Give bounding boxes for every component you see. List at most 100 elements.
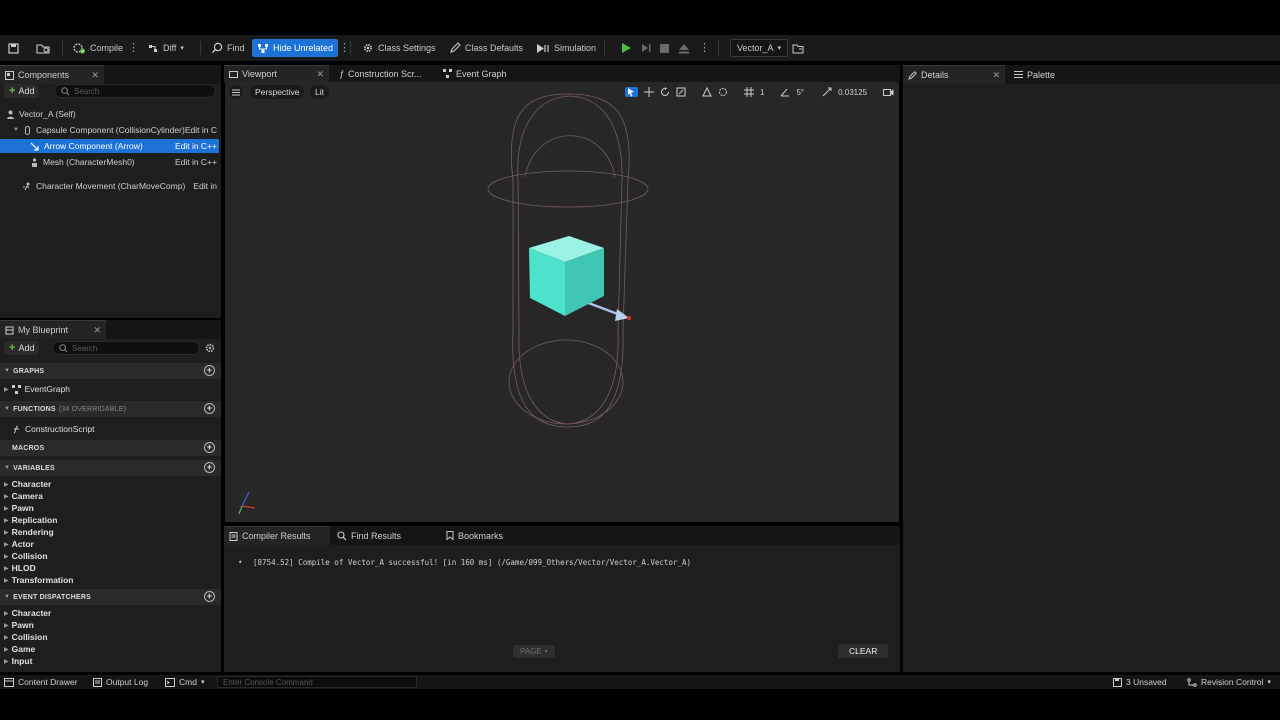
variable-category[interactable]: ▶ Replication: [0, 514, 57, 526]
viewport-canvas[interactable]: Perspective Lit 1 5° 0.03125 1: [225, 82, 899, 522]
add-label: Add: [18, 343, 35, 353]
save-icon[interactable]: [8, 39, 19, 57]
variable-category[interactable]: ▶ Collision: [0, 550, 48, 562]
variable-category[interactable]: ▶ Rendering: [0, 526, 54, 538]
chevron-right-icon: ▶: [4, 553, 9, 560]
unsaved-button[interactable]: 3 Unsaved: [1113, 676, 1167, 688]
details-panel: Details ✕ Palette: [903, 65, 1280, 672]
step-icon[interactable]: [640, 39, 652, 57]
close-icon[interactable]: ✕: [91, 70, 99, 81]
save-icon: [1113, 677, 1122, 687]
variable-category-label: Character: [11, 479, 52, 489]
tab-compiler-results[interactable]: Compiler Results: [224, 526, 330, 545]
tab-components[interactable]: Components ✕: [0, 65, 104, 84]
section-title: VARIABLES: [13, 464, 55, 472]
macros-section-header[interactable]: MACROS +: [0, 440, 221, 456]
dispatcher-category-label: Input: [11, 656, 33, 666]
tab-details[interactable]: Details ✕: [903, 65, 1005, 84]
edit-in-cpp-link[interactable]: Edit in C: [185, 125, 217, 135]
component-row[interactable]: Mesh (CharacterMesh0) Edit in C++: [0, 155, 219, 169]
component-row[interactable]: Vector_A (Self): [0, 107, 219, 121]
graphs-section-header[interactable]: ▼ GRAPHS +: [0, 363, 221, 379]
edit-in-cpp-link[interactable]: Edit in C++: [175, 141, 217, 151]
variable-category-label: Replication: [11, 515, 58, 525]
chevron-right-icon: ▶: [4, 505, 9, 512]
hide-unrelated-button[interactable]: Hide Unrelated: [252, 39, 339, 57]
close-icon[interactable]: ✕: [316, 69, 324, 80]
hide-unrelated-options-button[interactable]: ⋮: [339, 39, 350, 57]
add-macro-icon[interactable]: +: [204, 442, 215, 453]
console-command-input[interactable]: Enter Console Command: [217, 676, 417, 688]
event-dispatchers-section-header[interactable]: ▼ EVENT DISPATCHERS +: [0, 589, 221, 605]
dispatcher-category[interactable]: ▶ Pawn: [0, 619, 34, 631]
components-search-input[interactable]: Search: [54, 84, 216, 98]
content-drawer-label: Content Drawer: [18, 677, 78, 687]
cmd-dropdown[interactable]: Cmd ▾: [165, 676, 204, 688]
dispatcher-category[interactable]: ▶ Collision: [0, 631, 48, 643]
class-defaults-button[interactable]: Class Defaults: [449, 39, 523, 57]
add-function-icon[interactable]: +: [204, 403, 215, 414]
components-icon: [5, 70, 14, 80]
dispatcher-category[interactable]: ▶ Game: [0, 643, 35, 655]
graph-item-eventgraph[interactable]: ▶ EventGraph: [0, 383, 70, 395]
variable-category[interactable]: ▶ Camera: [0, 490, 43, 502]
blueprint-search-input[interactable]: Search: [52, 341, 200, 355]
revision-control-icon: [1187, 677, 1197, 687]
add-graph-icon[interactable]: +: [204, 365, 215, 376]
tab-find-results[interactable]: Find Results: [332, 526, 406, 545]
browse-icon[interactable]: [36, 39, 50, 57]
settings-gear-icon[interactable]: [204, 342, 216, 354]
tab-viewport[interactable]: Viewport ✕: [224, 65, 329, 82]
page-dropdown[interactable]: PAGE ▾: [513, 645, 555, 658]
close-icon[interactable]: ✕: [992, 70, 1000, 81]
tab-my-blueprint[interactable]: My Blueprint ✕: [0, 320, 106, 339]
add-variable-icon[interactable]: +: [204, 462, 215, 473]
variable-category[interactable]: ▶ Character: [0, 478, 51, 490]
variable-category-label: Actor: [11, 539, 34, 549]
stop-icon[interactable]: [659, 39, 670, 57]
compile-options-button[interactable]: ⋮: [128, 39, 139, 57]
compile-icon: [73, 43, 86, 54]
play-icon[interactable]: [620, 39, 632, 57]
variable-category[interactable]: ▶ Actor: [0, 538, 34, 550]
simulation-button[interactable]: Simulation: [536, 39, 596, 57]
class-settings-button[interactable]: Class Settings: [362, 39, 436, 57]
tab-event-graph[interactable]: Event Graph: [438, 65, 512, 82]
component-row-selected[interactable]: Arrow Component (Arrow) Edit in C++: [0, 139, 219, 153]
variable-category[interactable]: ▶ Transformation: [0, 574, 74, 586]
component-row[interactable]: Character Movement (CharMoveComp) Edit i…: [0, 179, 219, 193]
play-options-button[interactable]: ⋮: [699, 39, 710, 57]
add-member-button[interactable]: + Add: [4, 341, 40, 355]
tab-construction-script[interactable]: ƒ Construction Scr...: [334, 65, 427, 82]
close-icon[interactable]: ✕: [93, 325, 101, 336]
browse-debug-object-icon[interactable]: [792, 39, 804, 57]
page-label: PAGE: [520, 647, 542, 656]
variable-category[interactable]: ▶ HLOD: [0, 562, 36, 574]
variable-category[interactable]: ▶ Pawn: [0, 502, 34, 514]
diff-button[interactable]: Diff ▾: [148, 39, 184, 57]
output-log-button[interactable]: Output Log: [93, 676, 148, 688]
dispatcher-category[interactable]: ▶ Character: [0, 607, 51, 619]
add-component-button[interactable]: + Add: [4, 84, 40, 98]
content-drawer-button[interactable]: Content Drawer: [4, 676, 78, 688]
revision-control-button[interactable]: Revision Control ▾: [1187, 676, 1271, 688]
variable-category-label: HLOD: [11, 563, 36, 573]
find-button[interactable]: Find: [211, 39, 245, 57]
skeletal-mesh-icon: [32, 157, 37, 167]
tab-bookmarks[interactable]: Bookmarks: [441, 526, 508, 545]
edit-in-cpp-link[interactable]: Edit in C++: [175, 157, 217, 167]
add-dispatcher-icon[interactable]: +: [204, 591, 215, 602]
debug-object-select[interactable]: Vector_A ▾: [730, 39, 789, 57]
edit-in-cpp-link[interactable]: Edit in: [193, 181, 217, 191]
clear-button[interactable]: CLEAR: [838, 644, 889, 658]
compile-button[interactable]: Compile: [72, 39, 123, 57]
tab-palette[interactable]: Palette: [1009, 65, 1060, 84]
chevron-right-icon: ▶: [4, 493, 9, 500]
compile-label: Compile: [90, 43, 124, 53]
functions-section-header[interactable]: ▼ FUNCTIONS (34 OVERRIDABLE) +: [0, 401, 221, 417]
function-item-construction-script[interactable]: ConstructionScript: [8, 423, 94, 435]
variables-section-header[interactable]: ▼ VARIABLES +: [0, 460, 221, 476]
dispatcher-category[interactable]: ▶ Input: [0, 655, 32, 667]
component-row[interactable]: ▼ Capsule Component (CollisionCylinder) …: [0, 123, 219, 137]
eject-icon[interactable]: [678, 39, 690, 57]
